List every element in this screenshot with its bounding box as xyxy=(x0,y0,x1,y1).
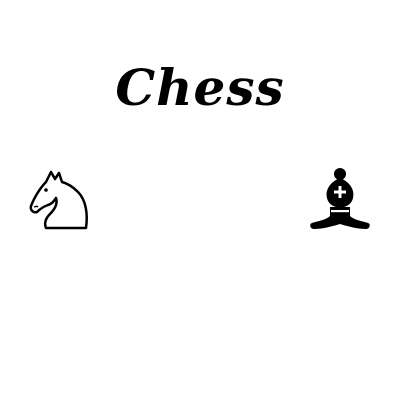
white-knight-icon xyxy=(29,170,88,230)
chess-card: Chess xyxy=(0,0,400,400)
black-bishop-icon xyxy=(310,168,370,229)
page-title: Chess xyxy=(115,58,285,117)
